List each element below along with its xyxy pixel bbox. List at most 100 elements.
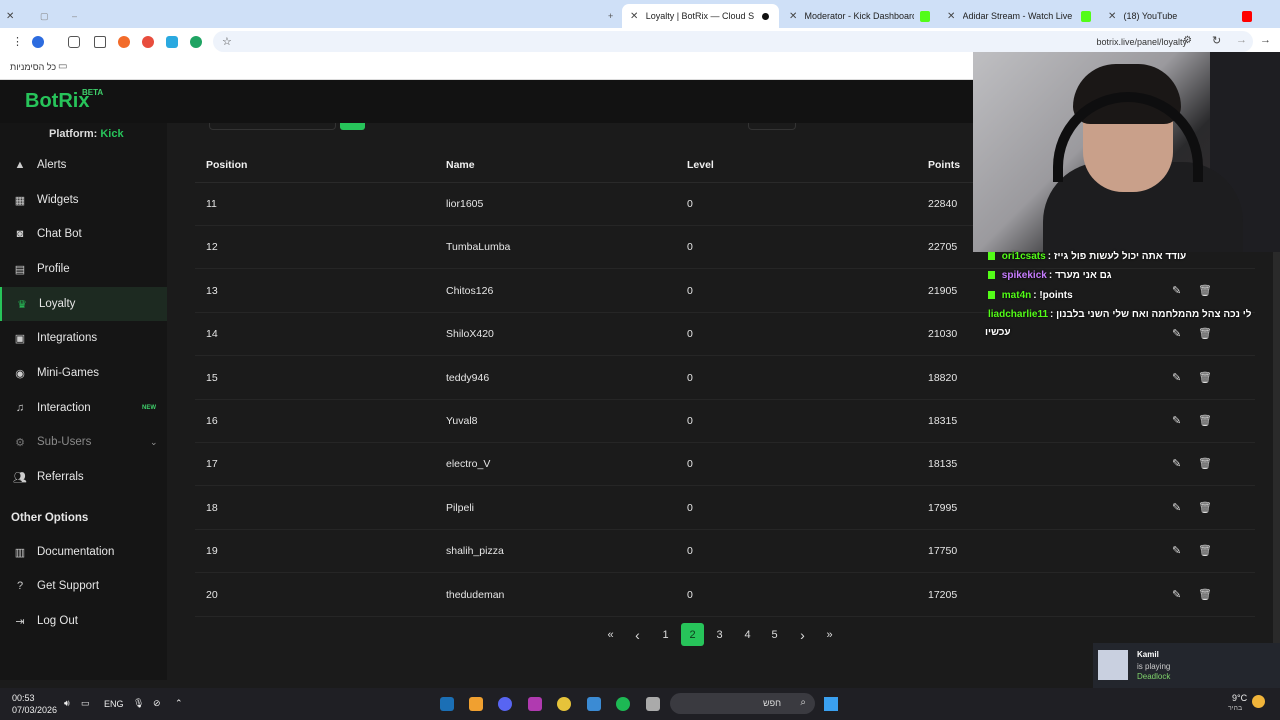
delete-icon[interactable]: 🗑︎ — [1198, 371, 1212, 384]
header-level[interactable]: Level — [687, 159, 714, 171]
header-position[interactable]: Position — [206, 159, 247, 171]
tab-close-icon[interactable]: ✕ — [1108, 11, 1118, 22]
gamepad-icon: ◉ — [15, 367, 25, 380]
sidebar-item-alerts[interactable]: ▲ Alerts — [0, 148, 167, 182]
sidebar-item-integrations[interactable]: ▣ Integrations — [0, 321, 167, 355]
edit-icon[interactable]: ✎ — [1172, 544, 1181, 557]
all-bookmarks-link[interactable]: כל הסימניות — [10, 62, 56, 72]
tab-close-icon[interactable]: ✕ — [789, 11, 798, 22]
header-name[interactable]: Name — [446, 159, 475, 171]
next-page-button[interactable]: › — [791, 623, 814, 646]
language-indicator[interactable]: ENG — [104, 699, 124, 709]
window-restore-icon[interactable]: ▢ — [38, 4, 51, 28]
taskbar-search[interactable]: חפש ⌕ — [670, 693, 815, 714]
apps-grid-icon[interactable] — [587, 697, 601, 711]
edit-icon[interactable]: ✎ — [1172, 371, 1181, 384]
steam-icon[interactable] — [440, 697, 454, 711]
spotify-icon[interactable] — [616, 697, 630, 711]
delete-icon[interactable]: 🗑︎ — [1198, 588, 1212, 601]
windows-start-icon[interactable] — [824, 697, 838, 711]
sidebar-item-get-support[interactable]: ? Get Support — [0, 569, 167, 603]
window-minimize-icon[interactable]: – — [70, 4, 79, 28]
sidebar-item-referrals[interactable]: 👥︎ Referrals — [0, 460, 167, 494]
sidebar-item-loyalty[interactable]: ♛ Loyalty — [0, 287, 167, 321]
extension-icon[interactable] — [190, 36, 202, 48]
tab-kick-dashboard[interactable]: ✕ Moderator - Kick Dashboard — [781, 4, 938, 28]
extension-icon[interactable] — [166, 36, 178, 48]
network-icon[interactable]: ▭ — [81, 698, 90, 709]
new-tab-button[interactable]: + — [600, 4, 621, 28]
forward-icon[interactable]: → — [1236, 34, 1247, 46]
sidebar-item-log-out[interactable]: ⇥ Log Out — [0, 604, 167, 638]
search-input[interactable] — [209, 123, 336, 130]
page-button-5[interactable]: 5 — [763, 623, 786, 646]
weather-label[interactable]: בהיר — [1228, 705, 1242, 712]
delete-icon[interactable]: 🗑︎ — [1198, 284, 1212, 297]
weather-icon[interactable] — [1252, 695, 1265, 708]
profile-icon[interactable] — [32, 36, 44, 48]
kick-badge-icon — [988, 291, 995, 300]
search-button[interactable] — [340, 123, 365, 130]
botrix-logo[interactable]: BotRix — [25, 90, 89, 113]
app-icon[interactable] — [528, 697, 542, 711]
file-explorer-icon[interactable] — [646, 697, 660, 711]
delete-icon[interactable]: 🗑︎ — [1198, 544, 1212, 557]
edit-icon[interactable]: ✎ — [1172, 327, 1181, 340]
chrome-icon[interactable] — [557, 697, 571, 711]
extension-icon[interactable] — [142, 36, 154, 48]
site-settings-icon[interactable]: ⚙ — [1183, 35, 1192, 46]
reload-icon[interactable]: ↻ — [1212, 34, 1221, 47]
prev-page-button[interactable]: ‹ — [626, 623, 649, 646]
game-notification[interactable]: Kamil is playing Deadlock — [1093, 643, 1280, 688]
edit-icon[interactable]: ✎ — [1172, 414, 1181, 427]
clock-time[interactable]: 00:53 — [12, 693, 35, 703]
tab-botrix-loyalty[interactable]: ✕ Loyalty | BotRix — Cloud Stream — [622, 4, 779, 28]
page-button-4[interactable]: 4 — [736, 623, 759, 646]
extensions-icon[interactable] — [68, 36, 80, 48]
window-close-icon[interactable]: ✕ — [4, 4, 18, 28]
extension-icon[interactable] — [118, 36, 130, 48]
tab-search-icon[interactable] — [94, 36, 106, 48]
notification-status: is playing — [1137, 662, 1171, 671]
sidebar-item-interaction[interactable]: ♫ Interaction NEW — [0, 391, 167, 425]
filter-select[interactable] — [748, 123, 796, 130]
app-icon[interactable] — [469, 697, 483, 711]
delete-icon[interactable]: 🗑︎ — [1198, 414, 1212, 427]
sidebar-item-mini-games[interactable]: ◉ Mini-Games — [0, 356, 167, 390]
speaker-icon[interactable]: 🔊︎ — [64, 698, 70, 709]
sidebar-item-chat-bot[interactable]: ◙ Chat Bot — [0, 217, 167, 251]
new-badge: NEW — [142, 405, 156, 411]
page-button-3[interactable]: 3 — [708, 623, 731, 646]
first-page-button[interactable]: « — [599, 623, 622, 646]
platform-indicator: Platform: Kick — [49, 128, 124, 140]
url-text[interactable]: botrix.live/panel/loyalty — [1096, 37, 1187, 47]
delete-icon[interactable]: 🗑︎ — [1198, 327, 1212, 340]
edit-icon[interactable]: ✎ — [1172, 284, 1181, 297]
page-button-1[interactable]: 1 — [654, 623, 677, 646]
header-points[interactable]: Points — [928, 159, 960, 171]
delete-icon[interactable]: 🗑︎ — [1198, 457, 1212, 470]
tab-kick-stream[interactable]: ✕ Adidar Stream - Watch Live on — [939, 4, 1099, 28]
edit-icon[interactable]: ✎ — [1172, 457, 1181, 470]
tray-chevron-icon[interactable]: ⌃ — [175, 698, 183, 709]
sidebar-item-documentation[interactable]: ▥ Documentation — [0, 535, 167, 569]
last-page-button[interactable]: » — [818, 623, 841, 646]
tab-close-icon[interactable]: ✕ — [947, 11, 957, 22]
tab-youtube[interactable]: ✕ (18) YouTube — [1100, 4, 1260, 28]
discord-icon[interactable] — [498, 697, 512, 711]
clock-date[interactable]: 07/03/2026 — [12, 705, 57, 715]
sidebar-item-sub-users[interactable]: ⚙ Sub-Users ⌄ — [0, 425, 167, 459]
sidebar-item-widgets[interactable]: ▦ Widgets — [0, 183, 167, 217]
tab-close-icon[interactable]: ✕ — [630, 11, 640, 22]
weather-temp[interactable]: 9°C — [1232, 693, 1247, 703]
microphone-icon[interactable]: 🎙︎ — [133, 698, 144, 709]
sidebar-item-profile[interactable]: ▤ Profile — [0, 252, 167, 286]
delete-icon[interactable]: 🗑︎ — [1198, 501, 1212, 514]
menu-icon[interactable]: ⋮ — [12, 35, 23, 48]
star-icon[interactable]: ☆ — [222, 35, 232, 48]
page-button-2[interactable]: 2 — [681, 623, 704, 646]
mute-icon[interactable]: ⊘ — [153, 698, 161, 709]
back-icon[interactable]: → — [1260, 34, 1271, 46]
edit-icon[interactable]: ✎ — [1172, 588, 1181, 601]
edit-icon[interactable]: ✎ — [1172, 501, 1181, 514]
